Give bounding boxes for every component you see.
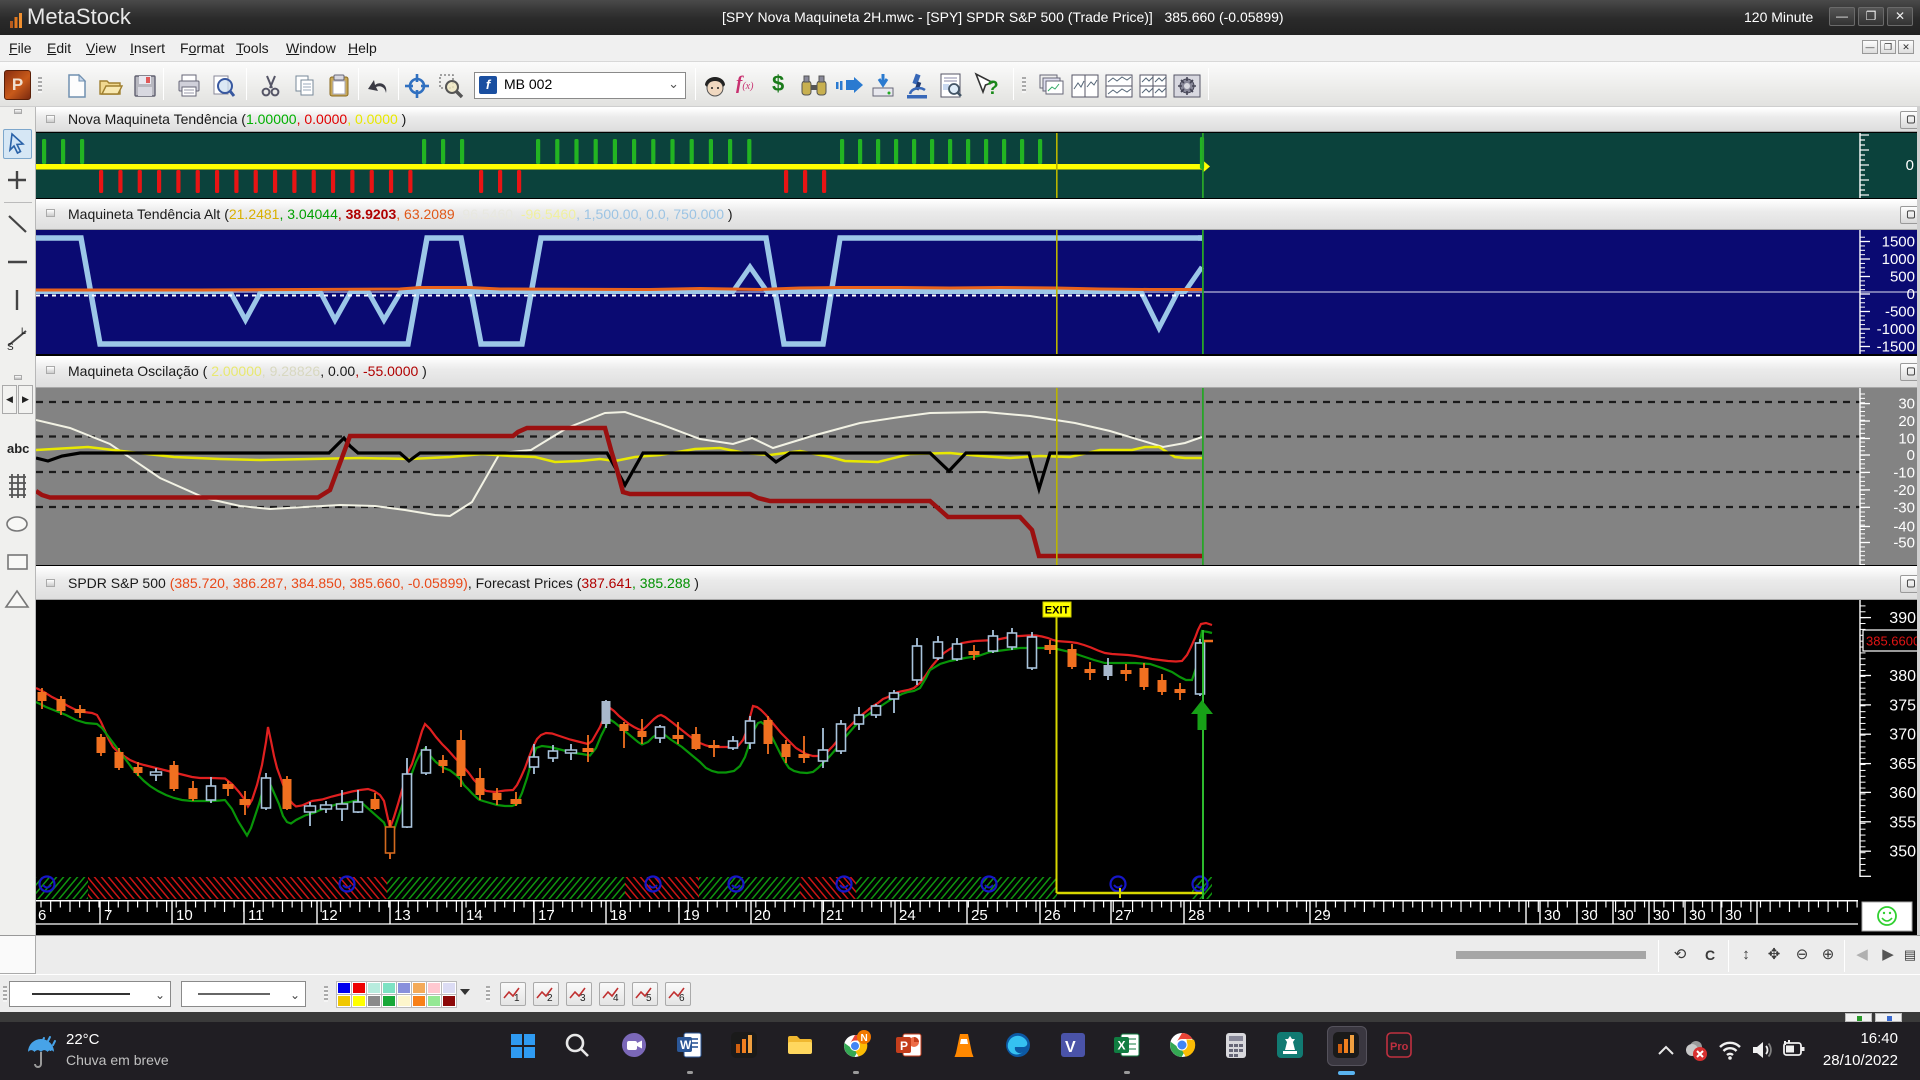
svg-text:P: P <box>900 1039 908 1053</box>
svg-text:380: 380 <box>1889 668 1916 685</box>
svg-text:N: N <box>861 1033 868 1044</box>
svg-text:1000: 1000 <box>1882 251 1915 268</box>
svg-text:350: 350 <box>1889 844 1916 861</box>
svg-text:L: L <box>21 326 26 336</box>
svg-text:0: 0 <box>1906 157 1914 174</box>
svg-text:360: 360 <box>1889 785 1916 802</box>
svg-text:5: 5 <box>646 993 652 1004</box>
svg-text:500: 500 <box>1890 269 1915 286</box>
svg-text:385.6600: 385.6600 <box>1866 634 1920 649</box>
svg-text:-40: -40 <box>1893 519 1915 536</box>
svg-text:V: V <box>1065 1039 1076 1056</box>
svg-text:Pro: Pro <box>1390 1041 1409 1053</box>
svg-text:11: 11 <box>248 907 264 924</box>
svg-text:?: ? <box>987 78 999 99</box>
svg-text:6: 6 <box>679 993 685 1004</box>
svg-text:13: 13 <box>394 907 411 924</box>
svg-text:-30: -30 <box>1893 499 1915 516</box>
svg-text:28: 28 <box>1188 907 1205 924</box>
svg-text:17: 17 <box>538 907 555 924</box>
svg-text:-1000: -1000 <box>1877 321 1915 338</box>
svg-text:29: 29 <box>1314 907 1331 924</box>
svg-text:0: 0 <box>1907 286 1915 303</box>
svg-text:19: 19 <box>683 907 700 924</box>
svg-text:24: 24 <box>899 907 916 924</box>
svg-text:30: 30 <box>1725 907 1742 924</box>
svg-text:W: W <box>680 1038 692 1052</box>
svg-text:7: 7 <box>104 907 112 924</box>
svg-text:26: 26 <box>1044 907 1061 924</box>
svg-text:30: 30 <box>1581 907 1598 924</box>
svg-text:10: 10 <box>1898 431 1915 448</box>
svg-text:0: 0 <box>1907 447 1915 464</box>
svg-text:6: 6 <box>38 907 46 924</box>
svg-text:X: X <box>1118 1039 1126 1053</box>
svg-text:abc: abc <box>7 441 29 456</box>
svg-text:-50: -50 <box>1893 535 1915 552</box>
svg-text:4: 4 <box>613 993 619 1004</box>
svg-text:-1500: -1500 <box>1877 339 1915 355</box>
svg-text:30: 30 <box>1653 907 1670 924</box>
svg-text:-500: -500 <box>1885 304 1915 321</box>
svg-text:10: 10 <box>176 907 193 924</box>
svg-text:S: S <box>7 342 14 352</box>
svg-text:365: 365 <box>1889 756 1916 773</box>
svg-text:1500: 1500 <box>1882 234 1915 251</box>
svg-text:390: 390 <box>1889 610 1916 627</box>
svg-text:30: 30 <box>1898 396 1915 413</box>
svg-text:30: 30 <box>1544 907 1561 924</box>
svg-text:18: 18 <box>610 907 627 924</box>
svg-text:21: 21 <box>826 907 843 924</box>
svg-text:27: 27 <box>1115 907 1132 924</box>
svg-text:30: 30 <box>1689 907 1706 924</box>
svg-text:30: 30 <box>1617 907 1634 924</box>
svg-text:20: 20 <box>754 907 771 924</box>
svg-text:EXIT: EXIT <box>1045 605 1070 617</box>
svg-text:14: 14 <box>466 907 483 924</box>
svg-text:2: 2 <box>547 993 553 1004</box>
svg-text:370: 370 <box>1889 727 1916 744</box>
svg-text:12: 12 <box>321 907 338 924</box>
svg-text:1: 1 <box>514 993 520 1004</box>
svg-text:3: 3 <box>580 993 586 1004</box>
svg-text:-10: -10 <box>1893 464 1915 481</box>
svg-text:20: 20 <box>1898 413 1915 430</box>
svg-text:25: 25 <box>971 907 988 924</box>
svg-text:375: 375 <box>1889 697 1916 714</box>
svg-text:-20: -20 <box>1893 482 1915 499</box>
svg-text:355: 355 <box>1889 814 1916 831</box>
